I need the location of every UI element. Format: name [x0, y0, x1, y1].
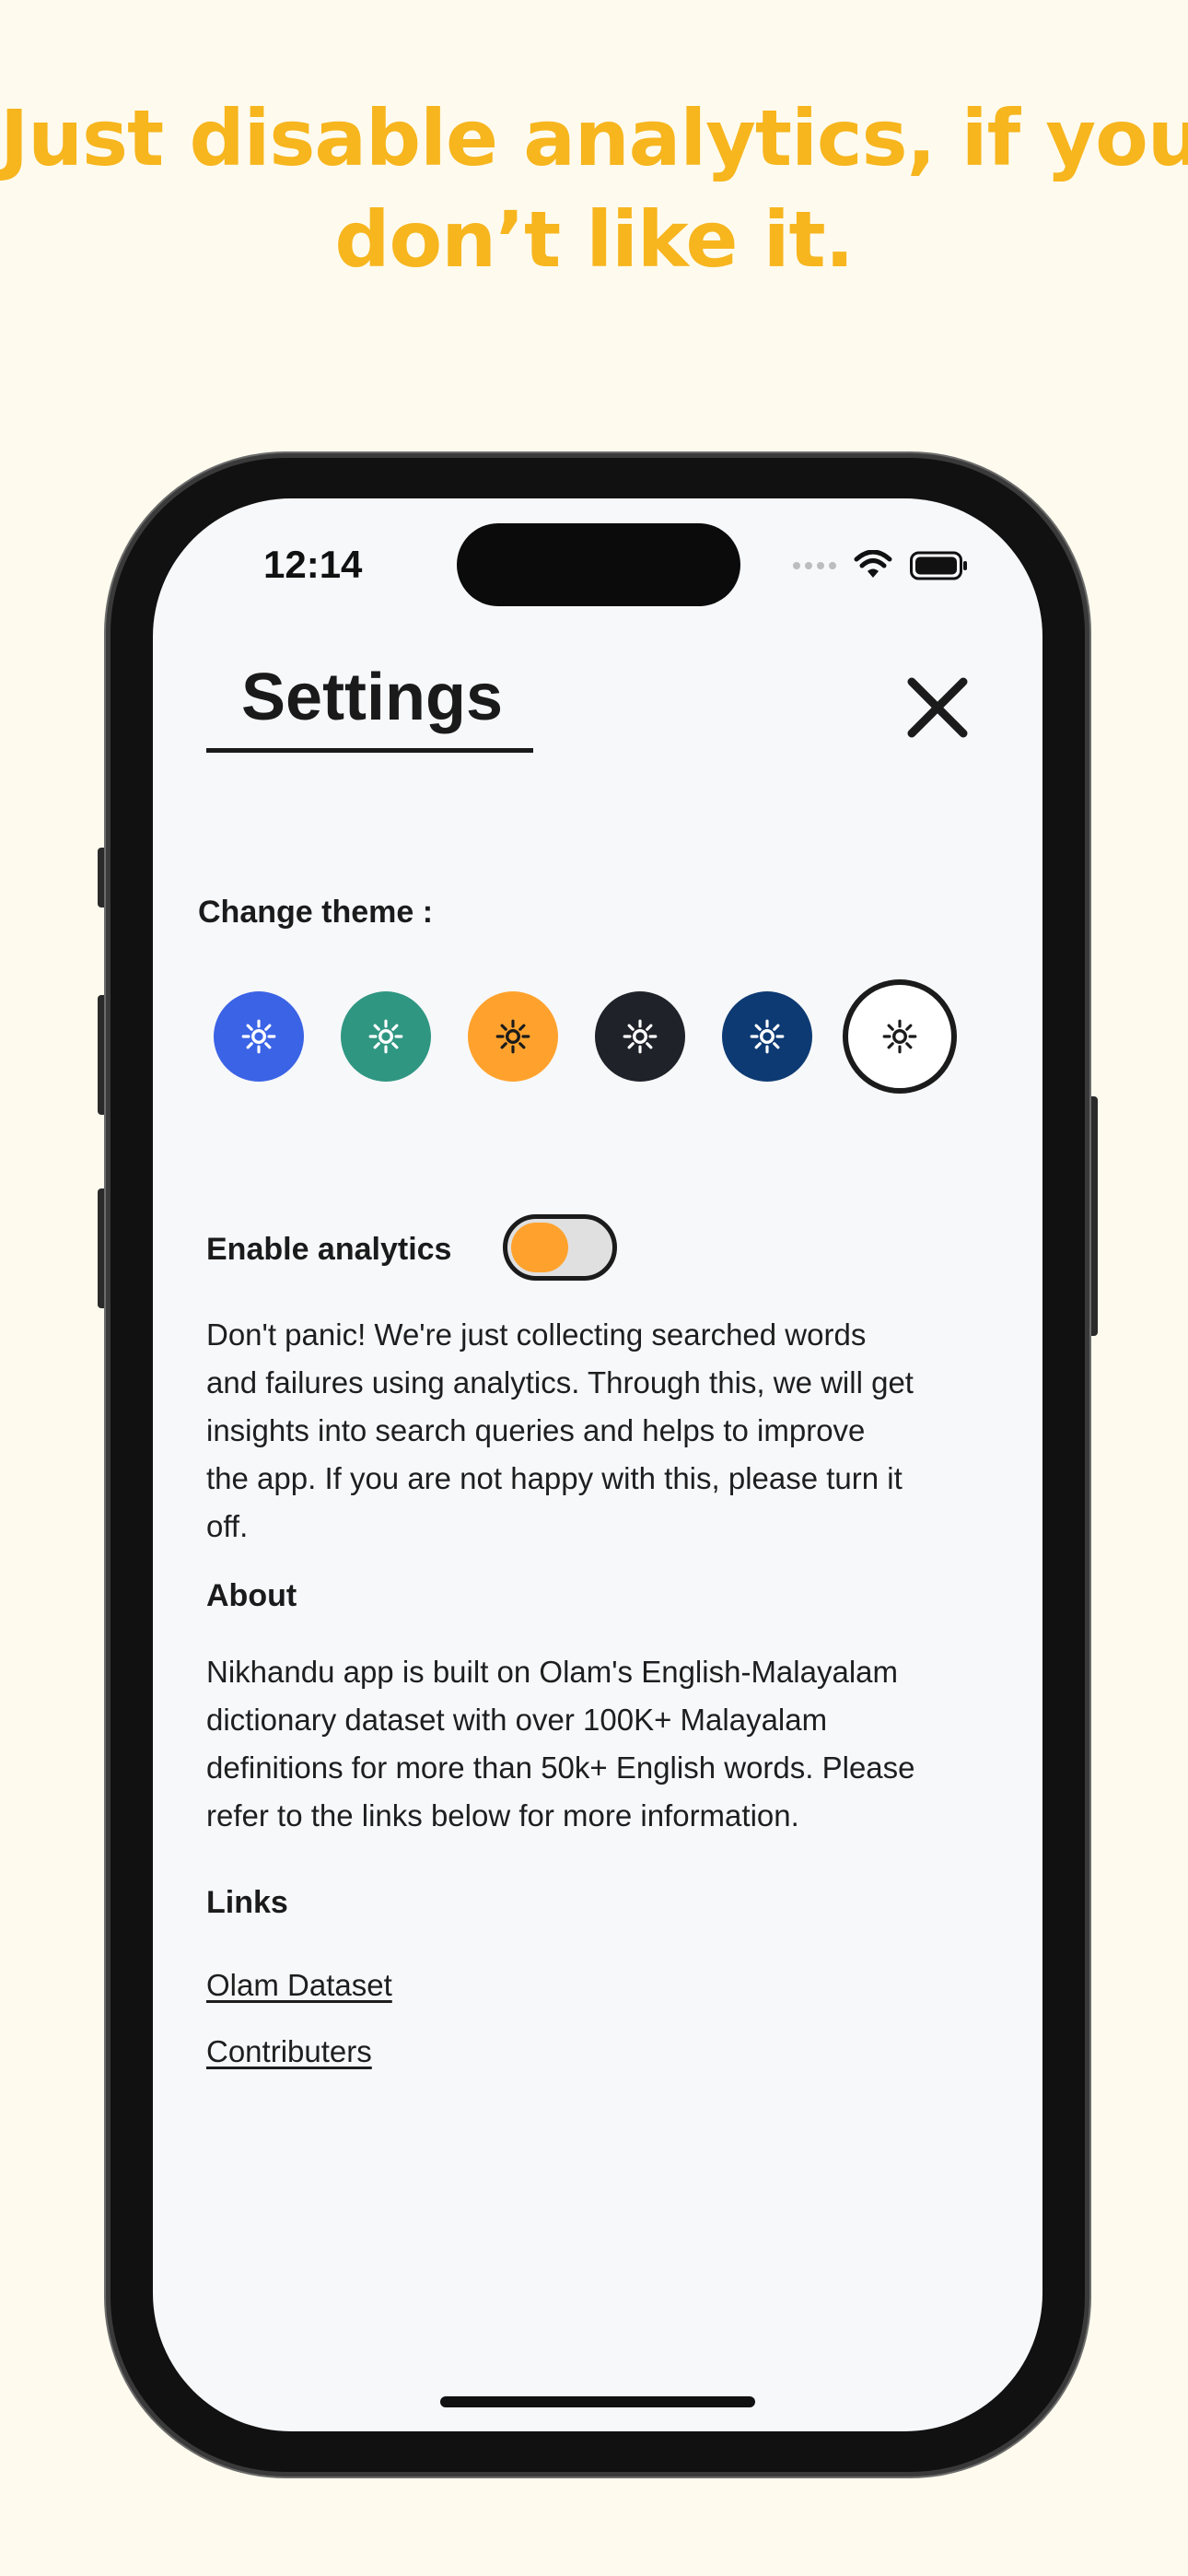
about-heading: About [206, 1578, 297, 1613]
about-description: Nikhandu app is built on Olam's English-… [206, 1648, 998, 1840]
page-title: Settings [206, 660, 533, 753]
theme-option-dark[interactable] [595, 991, 685, 1082]
analytics-description-line: off. [206, 1509, 249, 1543]
sun-icon [882, 1019, 917, 1054]
analytics-label: Enable analytics [206, 1232, 452, 1267]
analytics-description-line: and failures using analytics. Through th… [206, 1365, 914, 1399]
promo-headline: Just disable analytics, if you don’t lik… [0, 88, 1188, 290]
analytics-toggle[interactable] [503, 1214, 617, 1281]
close-icon [907, 677, 968, 738]
sun-icon [495, 1019, 530, 1054]
phone-frame: 12:14 Settings Change theme : Enable ana… [111, 458, 1085, 2472]
phone-volume-up [98, 995, 111, 1115]
theme-option-teal[interactable] [341, 991, 431, 1082]
theme-picker [214, 972, 997, 1101]
wifi-icon [854, 550, 892, 578]
battery-icon [910, 551, 967, 580]
contributors-link[interactable]: Contributers [206, 2034, 372, 2069]
theme-option-orange[interactable] [468, 991, 558, 1082]
links-heading: Links [206, 1885, 288, 1920]
home-indicator [440, 2396, 755, 2407]
about-description-line: Nikhandu app is built on Olam's English-… [206, 1655, 898, 1689]
theme-option-blue[interactable] [214, 991, 304, 1082]
status-time: 12:14 [263, 543, 363, 586]
about-description-line: definitions for more than 50k+ English w… [206, 1751, 915, 1785]
signal-dots-icon [793, 562, 836, 569]
analytics-description: Don't panic! We're just collecting searc… [206, 1311, 998, 1551]
analytics-toggle-knob [511, 1223, 568, 1272]
analytics-description-line: the app. If you are not happy with this,… [206, 1461, 903, 1495]
analytics-description-line: insights into search queries and helps t… [206, 1413, 866, 1447]
close-button[interactable] [899, 669, 976, 746]
phone-power-button [1085, 1096, 1098, 1336]
phone-volume-down [98, 1188, 111, 1308]
change-theme-label: Change theme : [198, 895, 434, 930]
phone-silent-switch [98, 848, 111, 907]
theme-option-light[interactable] [843, 979, 957, 1094]
olam-dataset-link[interactable]: Olam Dataset [206, 1968, 392, 2003]
sun-icon [241, 1019, 276, 1054]
theme-option-navy[interactable] [722, 991, 812, 1082]
sun-icon [623, 1019, 658, 1054]
phone-screen: 12:14 Settings Change theme : Enable ana… [153, 498, 1042, 2431]
sun-icon [750, 1019, 785, 1054]
about-description-line: refer to the links below for more inform… [206, 1798, 799, 1832]
analytics-description-line: Don't panic! We're just collecting searc… [206, 1317, 867, 1352]
about-description-line: dictionary dataset with over 100K+ Malay… [206, 1703, 828, 1737]
dynamic-island [457, 523, 740, 606]
promo-headline-line-2: don’t like it. [334, 194, 854, 285]
promo-headline-line-1: Just disable analytics, if you [0, 93, 1188, 183]
sun-icon [368, 1019, 403, 1054]
status-icons [793, 550, 969, 581]
